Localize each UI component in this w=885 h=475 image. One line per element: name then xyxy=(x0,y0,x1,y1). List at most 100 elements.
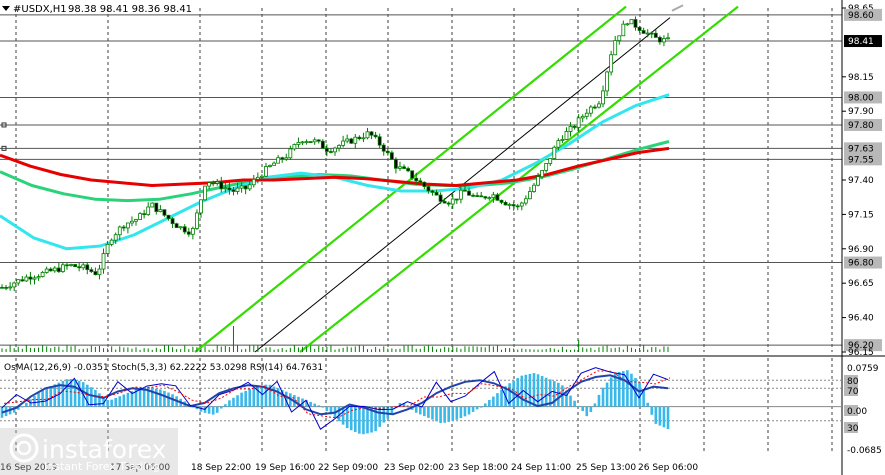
candle-body xyxy=(414,177,419,182)
osma-bar xyxy=(496,393,499,407)
candle-body xyxy=(24,276,29,282)
candle-body xyxy=(260,175,264,178)
candle-body xyxy=(109,239,114,245)
candle-body xyxy=(320,140,325,149)
candle-body xyxy=(373,134,378,138)
osma-bar xyxy=(325,406,329,411)
candle-body xyxy=(475,195,480,197)
candle-body xyxy=(450,198,455,205)
candle-body xyxy=(138,213,142,220)
candle-body xyxy=(471,194,475,197)
candle-body xyxy=(645,32,650,35)
candle-body xyxy=(381,144,386,152)
price-tick-label: 97.90 xyxy=(848,107,874,117)
osma-bar xyxy=(354,406,357,432)
osma-bar xyxy=(211,406,215,415)
candle-body xyxy=(345,138,350,142)
candle-body xyxy=(617,35,622,41)
osma-bar xyxy=(630,373,633,407)
candle-body xyxy=(523,198,528,204)
osma-bar xyxy=(98,393,101,407)
osma-bar xyxy=(90,387,93,407)
osma-bar xyxy=(650,406,654,415)
time-tick-label: 25 Sep 13:00 xyxy=(576,463,636,473)
candle-body xyxy=(560,139,565,141)
osma-bar xyxy=(252,387,256,407)
candle-body xyxy=(483,196,488,199)
candle-body xyxy=(552,146,557,159)
candle-body xyxy=(276,157,281,164)
candle-body xyxy=(16,279,21,284)
candle-body xyxy=(69,264,73,266)
candle-body xyxy=(296,142,301,145)
candle-body xyxy=(580,115,585,119)
instaforex-logo: instaforex Instant Forex Trading xyxy=(0,428,178,475)
candle-body xyxy=(308,141,313,143)
candle-body xyxy=(613,40,618,56)
candle-body xyxy=(649,32,654,35)
candle-body xyxy=(503,202,508,206)
candle-body xyxy=(12,282,17,288)
candle-body xyxy=(130,220,134,224)
osc-tick-label: 0.00 xyxy=(847,407,867,417)
candle-body xyxy=(333,147,337,153)
price-tick-label: 97.40 xyxy=(848,176,874,186)
osma-bar xyxy=(662,406,666,428)
candle-body xyxy=(564,131,569,140)
candle-body xyxy=(361,137,366,140)
candle-body xyxy=(121,226,126,229)
candle-body xyxy=(44,268,49,273)
candle-body xyxy=(576,117,581,128)
candle-body xyxy=(211,182,216,185)
osma-bar xyxy=(483,403,487,407)
candle-body xyxy=(113,234,118,241)
price-chart[interactable]: 98.6598.6098.4198.1598.0097.9097.8097.63… xyxy=(0,0,885,475)
candle-body xyxy=(8,286,13,289)
price-tick-label: 96.40 xyxy=(848,314,874,324)
osma-bar xyxy=(215,406,219,413)
candle-body xyxy=(394,158,398,169)
osma-bar xyxy=(25,402,28,407)
candle-body xyxy=(568,125,573,132)
candle-body xyxy=(154,202,159,212)
candle-body xyxy=(324,147,329,152)
osma-bar xyxy=(581,406,585,412)
osma-bar xyxy=(577,405,580,407)
candle-body xyxy=(182,226,187,233)
candle-body xyxy=(268,164,272,167)
candle-body xyxy=(657,37,662,43)
candle-body xyxy=(588,106,593,114)
osma-bar xyxy=(345,406,349,429)
price-tick-label: 98.15 xyxy=(848,73,874,83)
price-tick-label: 97.80 xyxy=(848,121,874,131)
candle-body xyxy=(36,276,41,279)
osma-bar xyxy=(666,406,670,430)
candle-body xyxy=(247,184,252,190)
osma-bar xyxy=(500,389,503,407)
candle-body xyxy=(410,170,415,179)
candle-body xyxy=(625,23,630,26)
candle-body xyxy=(174,223,179,229)
candle-body xyxy=(142,213,147,216)
time-tick-label: 23 Sep 18:00 xyxy=(448,463,508,473)
candle-body xyxy=(239,185,244,189)
candle-body xyxy=(633,19,638,28)
osma-bar xyxy=(544,377,548,407)
candle-body xyxy=(272,162,276,166)
osma-bar xyxy=(163,390,166,407)
candle-body xyxy=(398,166,402,169)
osma-bar xyxy=(463,406,467,417)
candle-body xyxy=(418,180,423,183)
candle-body xyxy=(56,267,61,272)
candle-body xyxy=(597,103,601,108)
candle-body xyxy=(666,37,670,40)
price-tick-label: 96.80 xyxy=(848,259,874,269)
candle-body xyxy=(385,150,390,154)
osma-bar xyxy=(260,385,264,407)
osma-bar xyxy=(33,396,36,407)
candle-body xyxy=(146,206,151,216)
candle-body xyxy=(479,195,484,198)
candle-body xyxy=(491,194,496,199)
osma-bar xyxy=(232,397,235,407)
osma-bar xyxy=(224,404,227,407)
